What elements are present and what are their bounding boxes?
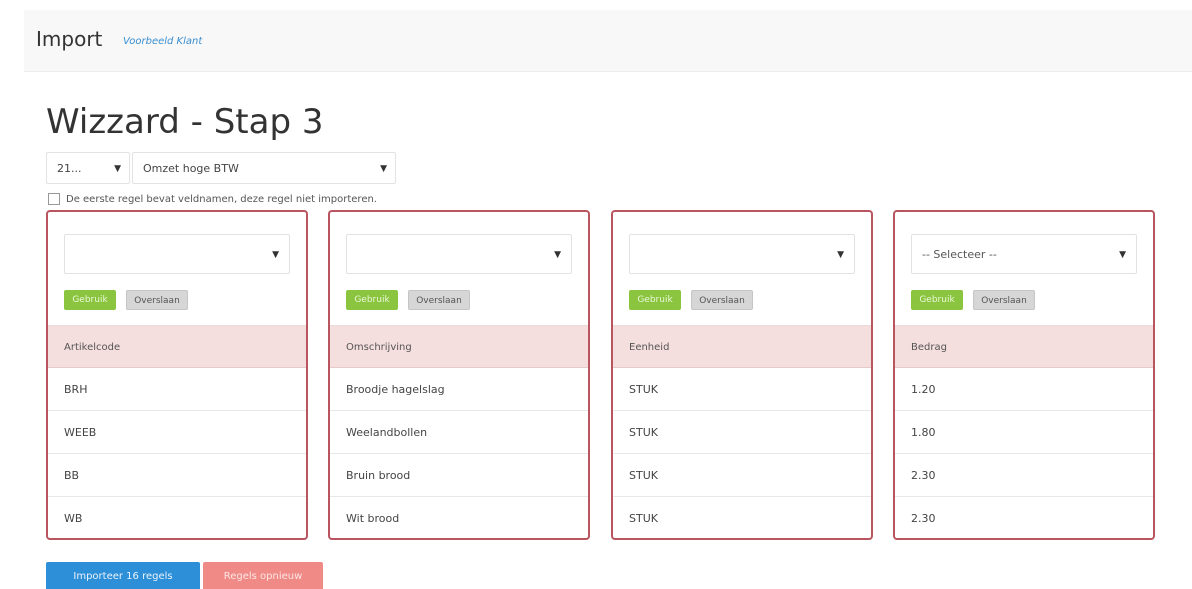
- skip-column-button[interactable]: Overslaan: [408, 290, 470, 310]
- table-row: STUK: [613, 454, 871, 497]
- reset-button[interactable]: Regels opnieuw: [203, 562, 323, 589]
- use-column-button[interactable]: Gebruik: [629, 290, 681, 310]
- import-button[interactable]: Importeer 16 regels: [46, 562, 200, 589]
- column-header-cell: Omschrijving: [330, 325, 588, 368]
- btw-select[interactable]: Omzet hoge BTW ▼: [132, 152, 396, 184]
- column-field-select[interactable]: ▼: [346, 234, 572, 274]
- column-mapping-1: ▼ Gebruik Overslaan Artikelcode BRH WEEB…: [46, 210, 308, 540]
- year-select-value: 21...: [57, 162, 82, 175]
- page-title: Wizzard - Stap 3: [46, 102, 324, 142]
- caret-down-icon: ▼: [114, 164, 121, 174]
- column-mapping-3: ▼ Gebruik Overslaan Eenheid STUK STUK ST…: [611, 210, 873, 540]
- skip-column-button[interactable]: Overslaan: [126, 290, 188, 310]
- table-row: WB: [64, 512, 83, 525]
- header-row-checkbox-group: De eerste regel bevat veldnamen, deze re…: [48, 193, 377, 205]
- caret-down-icon: ▼: [837, 250, 844, 260]
- column-field-select-value: -- Selecteer --: [922, 248, 997, 261]
- use-column-button[interactable]: Gebruik: [911, 290, 963, 310]
- table-row: 2.30: [911, 512, 936, 525]
- column-field-select[interactable]: ▼: [64, 234, 290, 274]
- column-mapping-4: -- Selecteer -- ▼ Gebruik Overslaan Bedr…: [893, 210, 1155, 540]
- table-row: STUK: [613, 368, 871, 411]
- header-row-checkbox-label: De eerste regel bevat veldnamen, deze re…: [66, 193, 377, 205]
- client-name-link[interactable]: Voorbeeld Klant: [123, 36, 202, 47]
- table-row: Broodje hagelslag: [330, 368, 588, 411]
- top-navbar: Import Voorbeeld Klant: [24, 10, 1192, 72]
- year-select[interactable]: 21... ▼: [46, 152, 130, 184]
- use-column-button[interactable]: Gebruik: [64, 290, 116, 310]
- caret-down-icon: ▼: [554, 250, 561, 260]
- table-row: Wit brood: [346, 512, 400, 525]
- caret-down-icon: ▼: [1119, 250, 1126, 260]
- app-title: Import: [36, 27, 103, 51]
- column-mapping-2: ▼ Gebruik Overslaan Omschrijving Broodje…: [328, 210, 590, 540]
- table-row: WEEB: [48, 411, 306, 454]
- table-row: 1.20: [895, 368, 1153, 411]
- table-row: Weelandbollen: [330, 411, 588, 454]
- skip-column-button[interactable]: Overslaan: [691, 290, 753, 310]
- header-row-checkbox[interactable]: [48, 193, 60, 205]
- column-header-cell: Bedrag: [895, 325, 1153, 368]
- caret-down-icon: ▼: [272, 250, 279, 260]
- btw-select-value: Omzet hoge BTW: [143, 162, 239, 175]
- skip-column-button[interactable]: Overslaan: [973, 290, 1035, 310]
- table-row: STUK: [629, 512, 658, 525]
- column-header-cell: Artikelcode: [48, 325, 306, 368]
- caret-down-icon: ▼: [380, 164, 387, 174]
- table-row: STUK: [613, 411, 871, 454]
- column-field-select[interactable]: -- Selecteer -- ▼: [911, 234, 1137, 274]
- column-header-cell: Eenheid: [613, 325, 871, 368]
- table-row: 2.30: [895, 454, 1153, 497]
- table-row: BRH: [48, 368, 306, 411]
- column-field-select[interactable]: ▼: [629, 234, 855, 274]
- table-row: BB: [48, 454, 306, 497]
- table-row: Bruin brood: [330, 454, 588, 497]
- table-row: 1.80: [895, 411, 1153, 454]
- use-column-button[interactable]: Gebruik: [346, 290, 398, 310]
